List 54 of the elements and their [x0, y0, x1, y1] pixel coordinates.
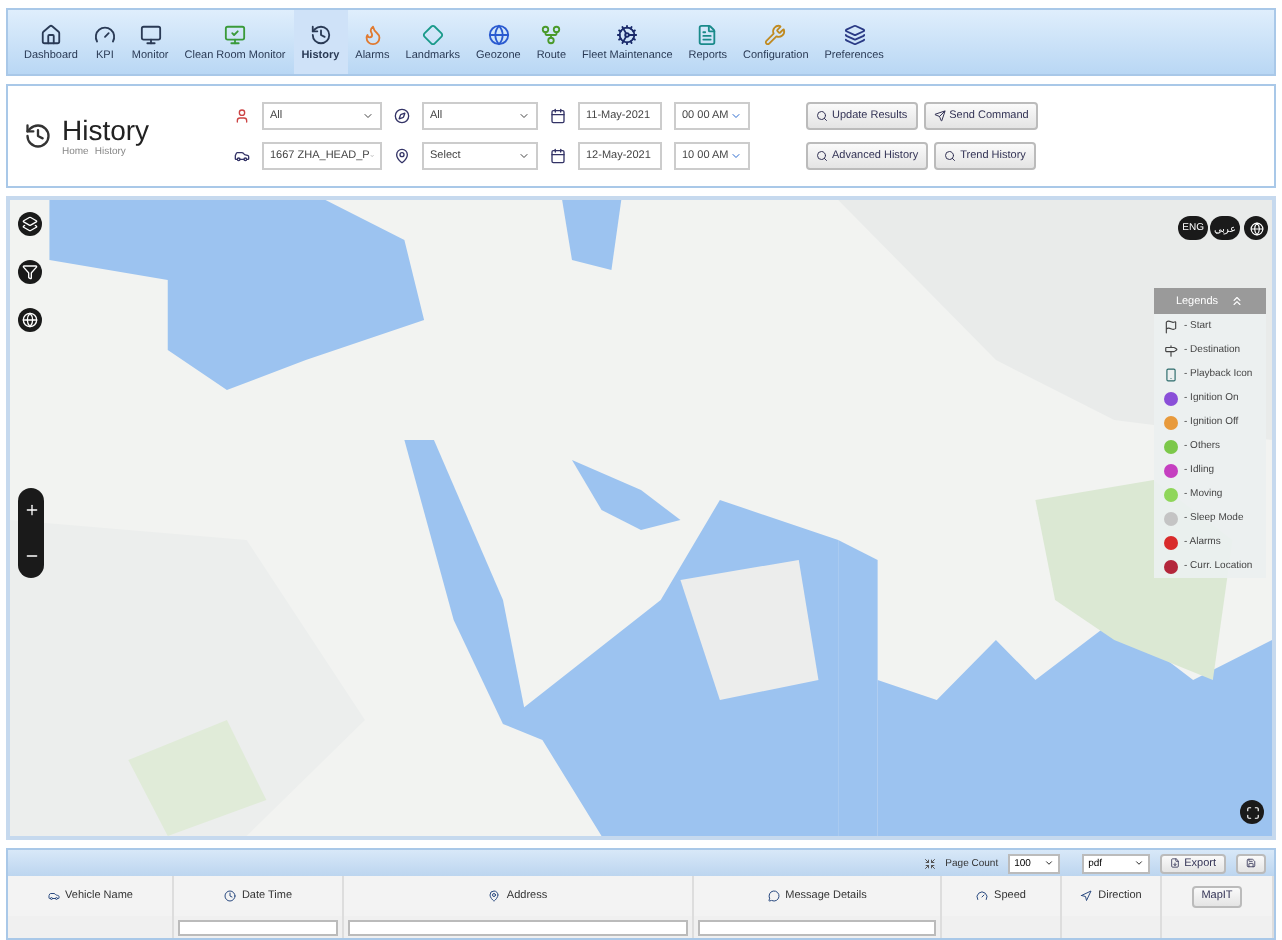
gauge-icon — [976, 890, 989, 902]
calendar-icon — [550, 148, 566, 164]
diamond-icon — [421, 23, 444, 45]
caret-icon — [518, 110, 530, 122]
send-icon — [933, 110, 946, 122]
pin-icon — [488, 890, 501, 902]
history-icon — [24, 122, 52, 150]
save-button[interactable] — [1236, 853, 1266, 873]
caret-icon — [730, 150, 742, 162]
caret-icon — [1134, 858, 1145, 868]
zoom-in-icon[interactable] — [23, 502, 39, 519]
page-title: History — [62, 114, 150, 146]
fork-icon — [540, 23, 563, 45]
arrow-icon — [1080, 890, 1093, 902]
globe-icon — [22, 312, 38, 328]
gear-icon — [616, 23, 639, 45]
search-icon — [944, 150, 957, 162]
monitor-icon — [223, 23, 246, 45]
flag-icon — [1164, 319, 1178, 333]
globe-icon — [487, 23, 510, 45]
caret-icon — [362, 110, 374, 122]
user-icon — [234, 108, 250, 124]
filter-field[interactable] — [348, 919, 688, 935]
history-icon — [309, 23, 332, 45]
collapse-icon[interactable] — [923, 857, 936, 869]
monitor-icon — [139, 23, 162, 45]
car-icon — [47, 890, 60, 902]
gauge-icon — [93, 23, 116, 45]
wrench-icon — [764, 23, 787, 45]
globe-icon — [1249, 221, 1263, 235]
document-icon — [696, 23, 719, 45]
phone-icon — [1164, 367, 1178, 381]
pin-icon — [394, 148, 410, 164]
search-icon — [816, 110, 828, 122]
layers-icon — [843, 23, 866, 45]
caret-icon — [730, 110, 742, 122]
filter-field[interactable] — [178, 919, 338, 935]
zoom-control[interactable] — [18, 488, 44, 578]
layers-icon — [22, 216, 38, 232]
caret-icon — [518, 150, 530, 162]
filter-icon — [22, 264, 38, 280]
filter-field[interactable] — [698, 919, 936, 935]
fullscreen-icon — [1245, 805, 1259, 819]
compass-icon — [394, 108, 410, 124]
flame-icon — [361, 23, 384, 45]
home-icon — [39, 23, 62, 45]
chat-icon — [767, 890, 780, 902]
save-icon — [1246, 858, 1256, 868]
caret-icon — [1044, 858, 1055, 868]
clock-icon — [223, 890, 236, 902]
car-icon — [234, 148, 250, 164]
search-icon — [816, 150, 828, 162]
calendar-icon — [550, 108, 566, 124]
document-icon — [1170, 858, 1181, 868]
